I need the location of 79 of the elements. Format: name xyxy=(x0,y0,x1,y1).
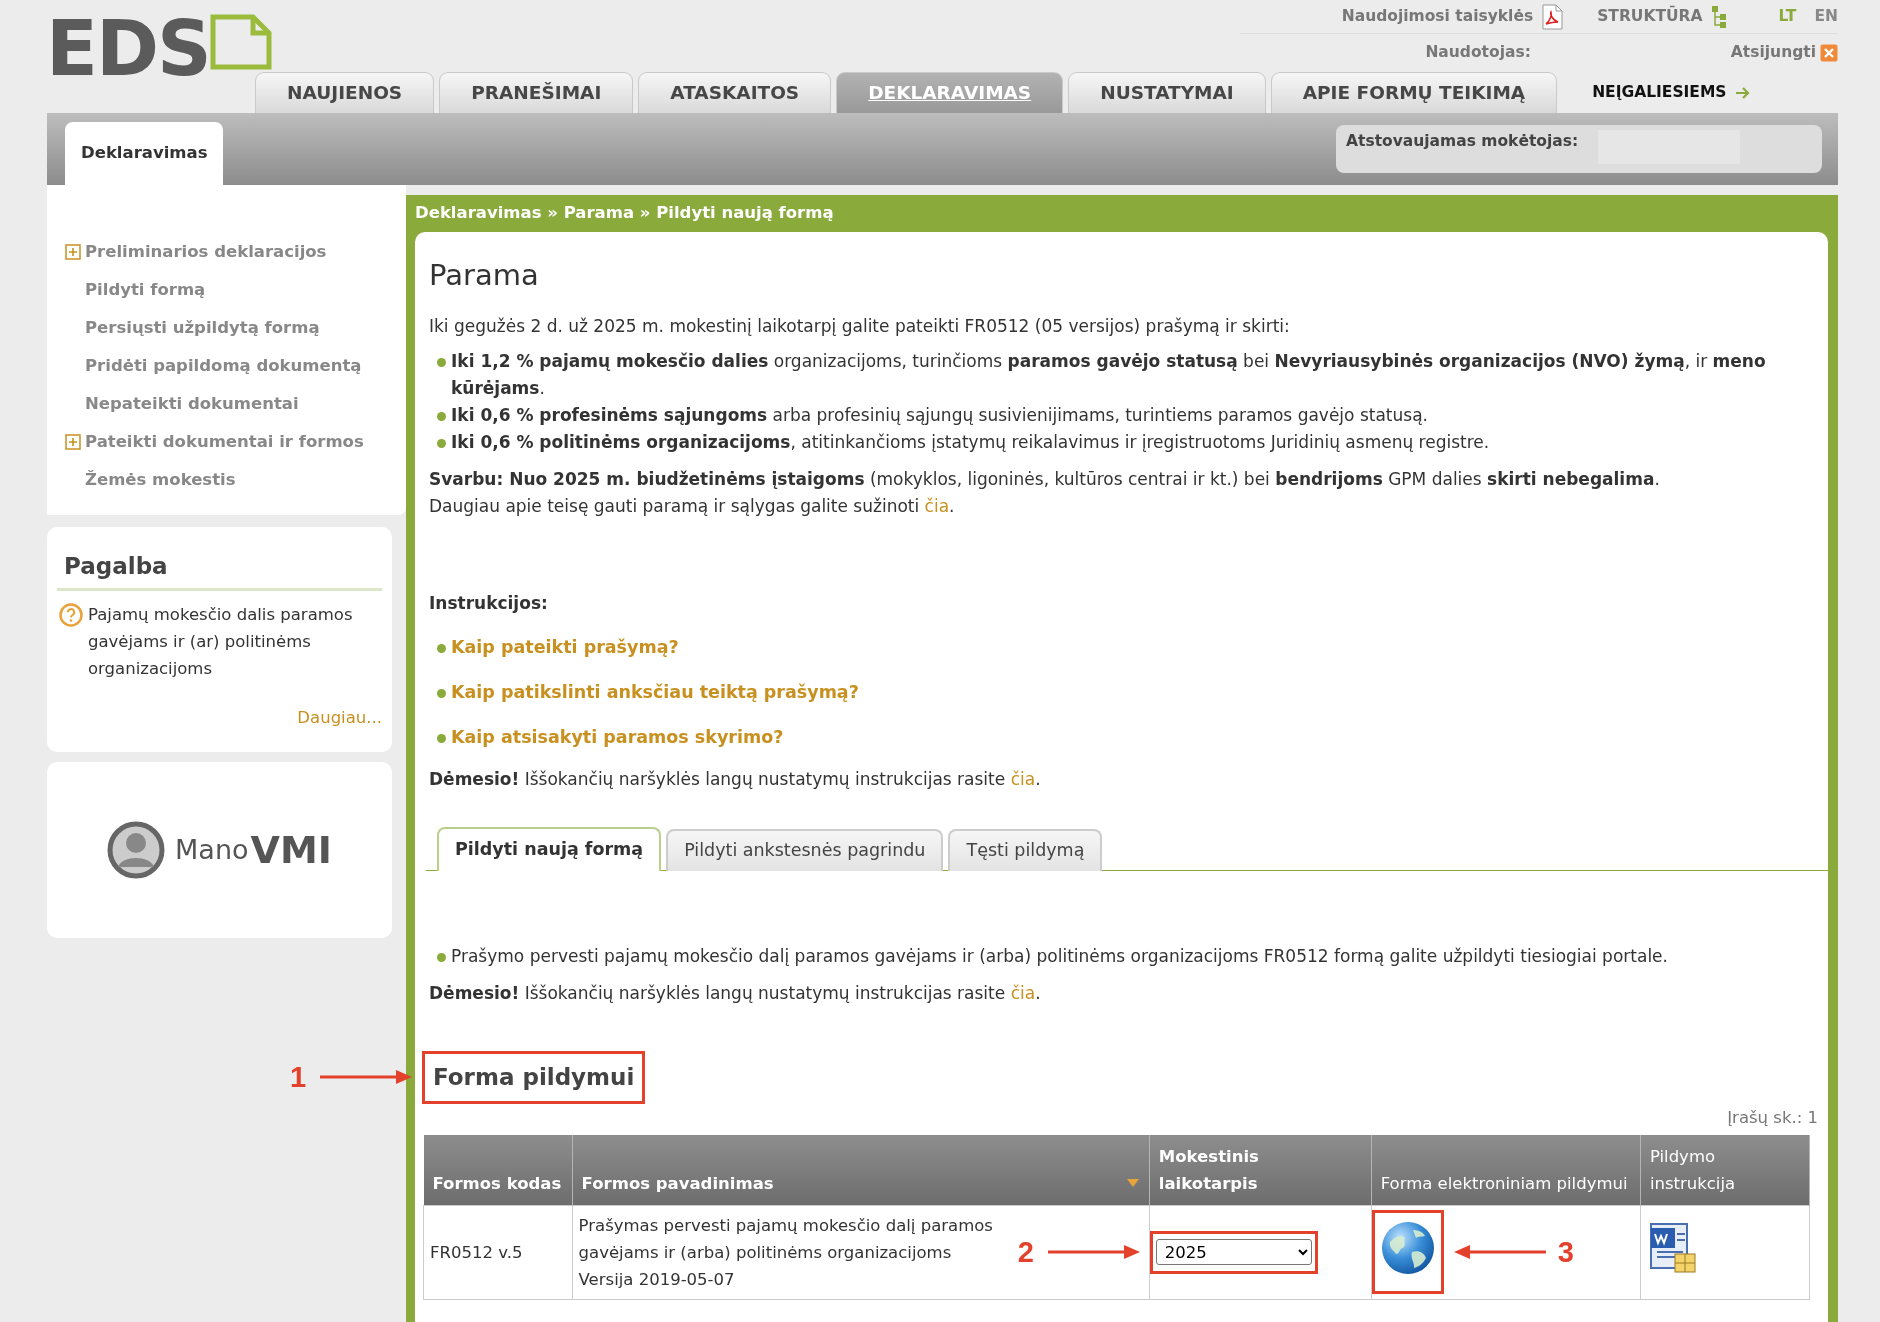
bullet-dot xyxy=(437,688,446,698)
sort-caret-icon xyxy=(1126,1178,1139,1187)
instructions-title: Instrukcijos: xyxy=(429,591,549,615)
table-cell: FR0512 v.5 xyxy=(423,1205,573,1300)
bullet-text: Iki 1,2 % pajamų mokesčio dalies organizacijoms, turinčioms paramos gavėjo statusą bei Nevyriausybinės organizacijos (NVO) žymą, ir meno kūrėjams. xyxy=(451,350,1766,398)
subnav-tab[interactable]: Deklaravimas xyxy=(65,122,224,185)
inline-link[interactable]: čia xyxy=(1010,982,1036,1003)
sidebar-item[interactable]: Pridėti papildomą dokumentą xyxy=(65,347,406,385)
bullet-text: Prašymo pervesti pajamų mokesčio dalį paramos gavėjams ir (arba) politinėms organizacijoms FR0512 formą galite užpildyti tiesiogiai portale. xyxy=(451,945,1668,966)
instruction-link[interactable]: Kaip patikslinti anksčiau teiktą prašymą? xyxy=(451,678,859,706)
user-label: Naudotojas: xyxy=(1425,41,1531,63)
language-link[interactable]: EN xyxy=(1814,6,1838,25)
nav-tab[interactable]: NAUJIENOS xyxy=(255,72,435,113)
sidebar-item[interactable]: Persiųsti užpildytą formą xyxy=(65,309,406,347)
top-link[interactable]: STRUKTŪRA xyxy=(1597,4,1727,29)
page-title: Parama xyxy=(429,257,540,293)
breadcrumb-text: Deklaravimas » Parama » Pildyti naują formą xyxy=(415,202,835,224)
more-info-text: Daugiau apie teisę gauti paramą ir sąlygas galite sužinoti čia. xyxy=(429,494,956,518)
accessibility-link[interactable]: NEĮGALIESIEMS xyxy=(1592,72,1751,113)
top-link[interactable]: Naudojimosi taisyklės xyxy=(1341,3,1564,30)
bullet-text: Iki 0,6 % profesinėms sąjungoms arba profesinių sąjungų susivienijimams, turintiems paramos gavėjo statusą. xyxy=(451,404,1428,425)
expand-icon xyxy=(65,434,81,450)
promo-banner[interactable]: ManoVMI xyxy=(107,821,332,879)
instruction-link[interactable]: Kaip pateikti prašymą? xyxy=(451,633,679,661)
form-version: Versija 2019-05-07 xyxy=(578,1268,736,1291)
record-count: Įrašų sk.: 1 xyxy=(1726,1107,1818,1130)
form-tab[interactable]: Tęsti pildymą xyxy=(948,828,1103,871)
sidebar-item[interactable]: Pildyti formą xyxy=(65,271,406,309)
help-title: Pagalba xyxy=(57,549,382,591)
document-icon xyxy=(209,14,274,70)
nav-tab[interactable]: APIE FORMŲ TEIKIMĄ xyxy=(1270,72,1558,113)
nav-tab[interactable]: PRANEŠIMAI xyxy=(439,72,634,113)
annotation-number: 2 xyxy=(1017,1237,1034,1268)
help-icon xyxy=(59,602,83,627)
nav-tab[interactable]: NUSTATYMAI xyxy=(1068,72,1266,113)
column-header[interactable]: Forma elektroniniam pildymui xyxy=(1371,1134,1641,1206)
globe-icon xyxy=(1379,1220,1436,1277)
arrow-right-icon xyxy=(1734,85,1751,100)
bullet-dot xyxy=(437,411,446,421)
sidebar-item[interactable]: Nepateikti dokumentai xyxy=(65,385,406,423)
expand-icon xyxy=(65,244,81,260)
form-tab[interactable]: Pildyti naują formą xyxy=(437,826,662,871)
period-select[interactable]: 2025 xyxy=(1155,1239,1312,1266)
sidebar-item[interactable]: Preliminarios deklaracijos xyxy=(65,233,406,271)
section-title: Forma pildymui xyxy=(432,1062,636,1092)
bullet-dot xyxy=(437,357,446,367)
bullet-dot xyxy=(437,643,446,653)
column-header[interactable]: Formos kodas xyxy=(423,1134,573,1206)
payer-label: Atstovaujamas mokėtojas: xyxy=(1346,131,1579,152)
column-header[interactable]: Mokestinis laikotarpis xyxy=(1149,1134,1372,1206)
column-header[interactable]: Formos pavadinimas xyxy=(572,1134,1150,1206)
important-text: Svarbu: Nuo 2025 m. biudžetinėms įstaigoms (mokyklos, ligoninės, kultūros centrai ir kt.) bei bendrijoms GPM dalies skirti nebegalima. xyxy=(429,467,1661,491)
more-link[interactable]: Daugiau... xyxy=(57,705,382,731)
sidebar-item[interactable]: Pateikti dokumentai ir formos xyxy=(65,423,406,461)
language-link[interactable]: LT xyxy=(1778,6,1797,25)
logout-link[interactable]: Atsijungti xyxy=(1730,40,1838,65)
annotation-number: 3 xyxy=(1557,1237,1574,1268)
close-icon xyxy=(1820,43,1838,62)
column-header[interactable]: Pildymo instrukcija xyxy=(1640,1134,1810,1206)
sidebar-item[interactable]: Žemės mokestis xyxy=(65,461,406,499)
inline-link[interactable]: čia xyxy=(1010,768,1036,789)
nav-tab[interactable]: DEKLARAVIMAS xyxy=(836,72,1064,113)
annotation-number: 1 xyxy=(290,1062,307,1093)
form-tab[interactable]: Pildyti ankstesnės pagrindu xyxy=(666,828,944,871)
bullet-dot xyxy=(437,438,446,448)
bullet-text: Iki 0,6 % politinėms organizacijoms, atitinkančioms įstatymų reikalavimus ir įregistruotoms Juridinių asmenų registre. xyxy=(451,431,1490,452)
intro-text: Iki gegužės 2 d. už 2025 m. mokestinį laikotarpį galite pateikti FR0512 (05 versijos) prašymą ir skirti: xyxy=(429,314,1291,338)
notice-text: Dėmesio! Iššokančių naršyklės langų nustatymų instrukcijas rasite čia. xyxy=(429,981,1042,1005)
user-icon xyxy=(107,821,166,879)
notice-text: Dėmesio! Iššokančių naršyklės langų nustatymų instrukcijas rasite čia. xyxy=(429,767,1042,791)
help-text: Pajamų mokesčio dalis paramos gavėjams ir (ar) politinėms organizacijoms xyxy=(88,603,354,680)
bullet-dot xyxy=(437,733,446,743)
pdf-icon xyxy=(1541,3,1564,30)
tree-icon xyxy=(1710,4,1727,29)
bullet-dot xyxy=(437,952,446,962)
inline-link[interactable]: čia xyxy=(924,495,950,516)
instruction-link[interactable]: Kaip atsisakyti paramos skyrimo? xyxy=(451,723,784,751)
form-name: Prašymas pervesti pajamų mokesčio dalį paramos gavėjams ir (arba) politinėms organizacijoms xyxy=(578,1214,994,1264)
nav-tab[interactable]: ATASKAITOS xyxy=(638,72,832,113)
